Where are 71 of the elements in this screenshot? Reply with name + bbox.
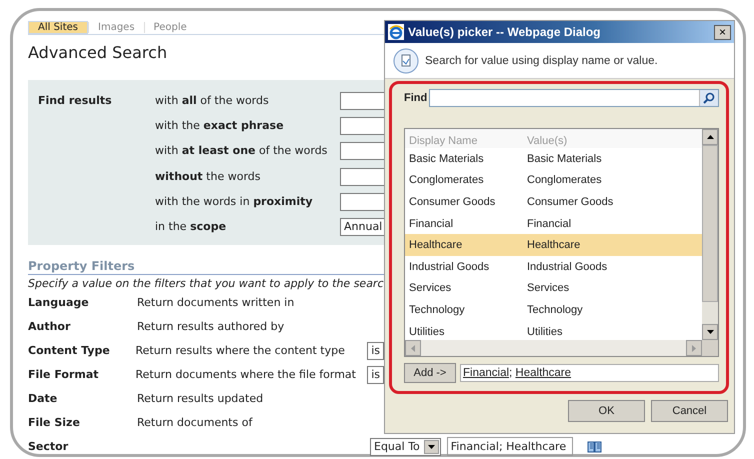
input-field[interactable] [340, 168, 384, 186]
page-title: Advanced Search [28, 43, 168, 63]
input-field[interactable] [340, 116, 384, 135]
ok-button[interactable]: OK [568, 400, 645, 422]
find-label: Find [404, 91, 428, 105]
scope-select[interactable]: Annual [340, 218, 384, 236]
value-field[interactable]: Financial; Healthcare [446, 437, 573, 456]
operator-select[interactable]: is [367, 366, 384, 384]
section-label: Find results [38, 94, 113, 108]
filter-name: Language [28, 296, 90, 310]
filter-name: Sector [28, 440, 70, 454]
input-field[interactable] [340, 142, 384, 160]
scrollbar-thumb[interactable] [702, 145, 718, 302]
filter-description: Return results authored by [137, 320, 286, 334]
column-header: Value(s) [527, 134, 568, 148]
find-field[interactable] [429, 89, 719, 107]
scroll-up-button[interactable] [702, 129, 718, 145]
dropdown-arrow-icon [428, 444, 435, 449]
value-link[interactable]: Healthcare [515, 367, 572, 379]
document-icon [393, 48, 419, 74]
filter-name: File Size [28, 416, 81, 430]
list-row[interactable]: Technology Technology [405, 299, 702, 321]
browser-icon [388, 24, 404, 40]
list-row[interactable]: Healthcare Healthcare [405, 234, 702, 256]
filter-name: Content Type [28, 344, 111, 358]
scrollbar-corner [702, 340, 718, 356]
search-tab[interactable]: People [144, 22, 196, 33]
right-arrow-icon [692, 344, 696, 352]
left-arrow-icon [411, 344, 415, 352]
list-row[interactable]: Utilities Utilities [405, 320, 702, 340]
filter-description: Return results where the content type [135, 344, 346, 358]
operator-select[interactable]: Equal To [370, 438, 441, 456]
cancel-button[interactable]: Cancel [651, 400, 728, 422]
close-button[interactable]: × [714, 24, 731, 40]
filter-description: Return documents where the file format [135, 368, 357, 382]
operator-select[interactable]: is [367, 342, 384, 360]
field-label: with the words in proximity [155, 194, 314, 209]
column-header: Display Name [409, 134, 478, 148]
filter-name: Date [28, 392, 58, 406]
list-row[interactable]: Consumer Goods Consumer Goods [405, 191, 702, 213]
search-button[interactable] [699, 90, 718, 106]
list-row[interactable]: Basic Materials Basic Materials [405, 148, 702, 170]
list-row[interactable]: Financial Financial [405, 212, 702, 234]
filter-description: Return documents of [137, 416, 254, 430]
section-description: Specify a value on the filters that you want to apply to the searc [28, 276, 384, 291]
search-tab[interactable]: Images [89, 22, 144, 33]
filter-name: Author [28, 320, 72, 334]
book-icon[interactable] [586, 440, 602, 454]
dialog-subtitle: Search for value using display name or value. [425, 54, 658, 68]
filter-name: File Format [28, 368, 100, 382]
vertical-scrollbar[interactable] [702, 129, 718, 340]
search-tab[interactable]: All Sites [28, 21, 88, 34]
list-row[interactable]: Services Services [405, 278, 702, 300]
field-label: without the words [155, 170, 262, 184]
list-row[interactable]: Industrial Goods Industrial Goods [405, 256, 702, 278]
add-button[interactable]: Add -> [404, 363, 456, 383]
list-row[interactable]: Conglomerates Conglomerates [405, 170, 702, 192]
selected-values-field[interactable]: Financial; Healthcare [460, 364, 719, 382]
filter-description: Return results updated [137, 392, 264, 406]
input-field[interactable] [340, 192, 384, 211]
filter-description: Return documents written in [137, 296, 296, 310]
up-arrow-icon [706, 135, 714, 139]
scroll-down-button[interactable] [702, 324, 718, 340]
down-arrow-icon [706, 330, 714, 334]
dialog-title: Value(s) picker -- Webpage Dialog [408, 25, 600, 39]
value-link[interactable]: Financial [463, 367, 510, 379]
field-label: with at least one of the words [155, 144, 328, 158]
field-label: in the scope [155, 220, 228, 234]
field-label: with all of the words [155, 94, 270, 108]
field-label: with the exact phrase [155, 118, 285, 133]
input-field[interactable] [340, 92, 384, 110]
